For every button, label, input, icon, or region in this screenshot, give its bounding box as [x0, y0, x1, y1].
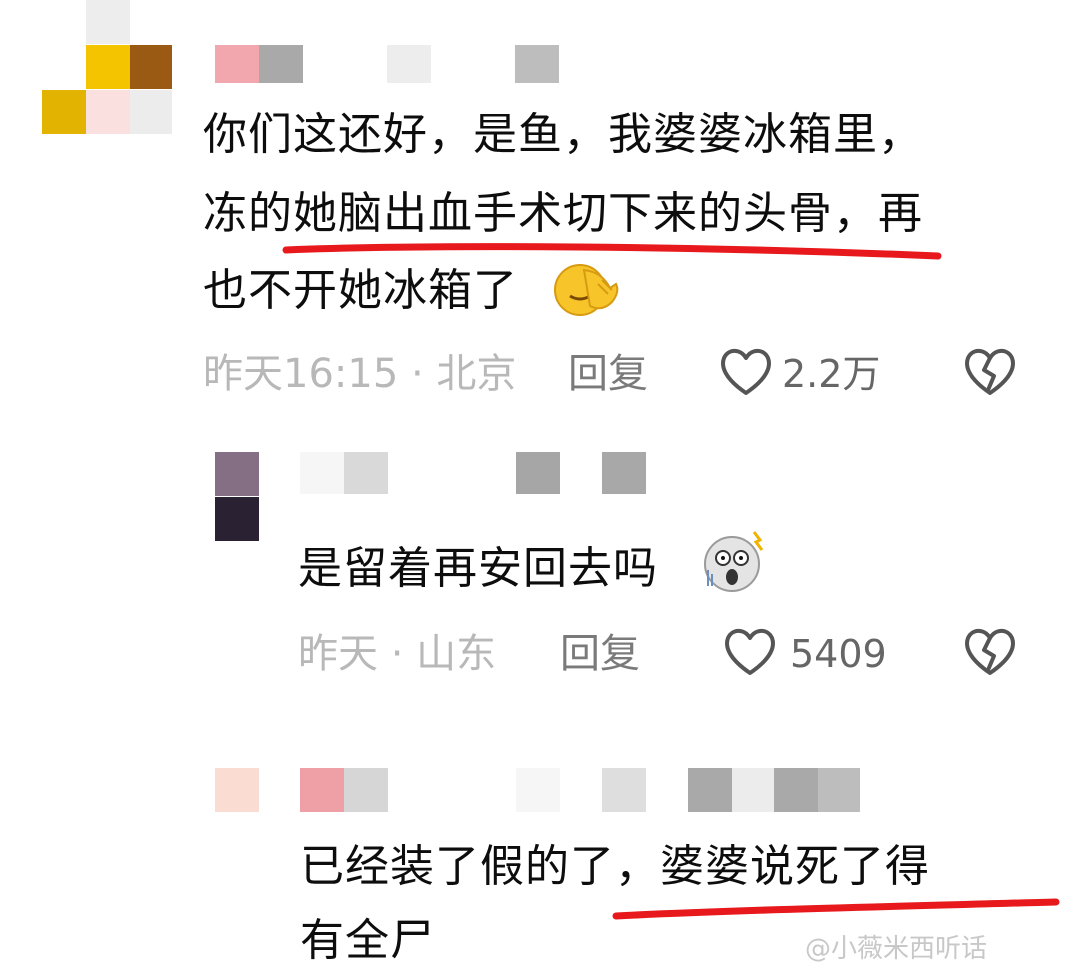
comment-meta: 昨天16:15 · 北京 [203, 351, 517, 397]
face-palm-emoji-icon [550, 262, 626, 318]
username-redacted[interactable] [215, 45, 565, 85]
reply-button[interactable]: 回复 [568, 350, 648, 398]
username-redacted[interactable] [300, 452, 650, 496]
like-count: 2.2万 [782, 352, 881, 396]
like-count: 5409 [790, 632, 887, 676]
comment-text-line: 也不开她冰箱了 [203, 265, 518, 316]
avatar[interactable] [42, 0, 172, 136]
broken-heart-icon[interactable] [962, 626, 1018, 678]
heart-outline-icon[interactable] [722, 626, 778, 678]
avatar[interactable] [215, 452, 259, 542]
comment-text-line: 你们这还好，是鱼，我婆婆冰箱里， [203, 109, 923, 160]
red-underline [282, 234, 942, 264]
heart-outline-icon[interactable] [718, 346, 774, 398]
username-redacted[interactable] [300, 768, 860, 812]
comment-text-line: 是留着再安回去吗 [298, 543, 658, 594]
watermark: @小薇米西听话 [805, 934, 988, 964]
comment-text-line: 已经装了假的了，婆婆说死了得 [300, 841, 930, 892]
red-underline [612, 892, 1060, 922]
broken-heart-icon[interactable] [962, 346, 1018, 398]
avatar[interactable] [215, 768, 259, 812]
comment-text-line: 有全尸 [300, 915, 435, 966]
comment-meta: 昨天 · 山东 [298, 631, 497, 677]
reply-button[interactable]: 回复 [560, 630, 640, 678]
shocked-face-emoji-icon [700, 530, 766, 594]
